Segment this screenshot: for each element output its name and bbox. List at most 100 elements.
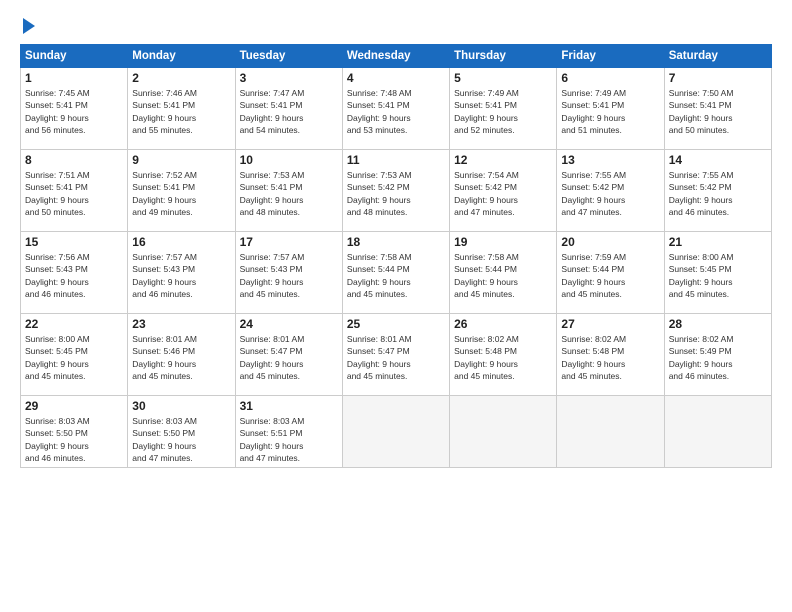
calendar-week-row: 15Sunrise: 7:56 AM Sunset: 5:43 PM Dayli… [21,232,772,314]
calendar-week-row: 8 Sunrise: 7:51 AM Sunset: 5:41 PM Daylig… [21,150,772,232]
day-number: 2 [132,71,230,85]
day-number: 27 [561,317,659,331]
day-info: Sunrise: 8:03 AM Sunset: 5:51 PM Dayligh… [240,415,338,464]
weekday-header-wednesday: Wednesday [342,45,449,68]
day-number: 14 [669,153,767,167]
calendar-cell: 24 Sunrise: 8:01 AM Sunset: 5:47 PM Dayli… [235,314,342,396]
calendar-cell: 16 Sunrise: 7:57 AM Sunset: 5:43 PM Dayli… [128,232,235,314]
day-number: 29 [25,399,123,413]
calendar-cell [557,396,664,468]
day-info: Sunrise: 7:54 AM Sunset: 5:42 PM Dayligh… [454,169,552,218]
day-number: 11 [347,153,445,167]
day-info: Sunrise: 7:49 AM Sunset: 5:41 PM Dayligh… [454,87,552,136]
day-info: Sunrise: 8:03 AM Sunset: 5:50 PM Dayligh… [132,415,230,464]
calendar-cell: 23Sunrise: 8:01 AM Sunset: 5:46 PM Dayli… [128,314,235,396]
day-number: 18 [347,235,445,249]
day-info: Sunrise: 7:45 AM Sunset: 5:41 PM Dayligh… [25,87,123,136]
header [20,16,772,34]
day-number: 17 [240,235,338,249]
day-info: Sunrise: 7:58 AM Sunset: 5:44 PM Dayligh… [454,251,552,300]
logo [20,16,35,34]
calendar-cell: 13 Sunrise: 7:55 AM Sunset: 5:42 PM Dayli… [557,150,664,232]
day-info: Sunrise: 7:52 AM Sunset: 5:41 PM Dayligh… [132,169,230,218]
day-info: Sunrise: 7:58 AM Sunset: 5:44 PM Dayligh… [347,251,445,300]
calendar-cell: 31 Sunrise: 8:03 AM Sunset: 5:51 PM Dayli… [235,396,342,468]
day-info: Sunrise: 8:01 AM Sunset: 5:46 PM Dayligh… [132,333,230,382]
day-info: Sunrise: 7:49 AM Sunset: 5:41 PM Dayligh… [561,87,659,136]
calendar-page: SundayMondayTuesdayWednesdayThursdayFrid… [0,0,792,612]
calendar-cell: 7 Sunrise: 7:50 AM Sunset: 5:41 PM Daylig… [664,68,771,150]
day-info: Sunrise: 8:00 AM Sunset: 5:45 PM Dayligh… [25,333,123,382]
day-number: 3 [240,71,338,85]
day-number: 7 [669,71,767,85]
weekday-header-friday: Friday [557,45,664,68]
calendar-cell: 15Sunrise: 7:56 AM Sunset: 5:43 PM Dayli… [21,232,128,314]
calendar-cell: 25Sunrise: 8:01 AM Sunset: 5:47 PM Dayli… [342,314,449,396]
weekday-header-thursday: Thursday [450,45,557,68]
day-number: 21 [669,235,767,249]
weekday-header-row: SundayMondayTuesdayWednesdayThursdayFrid… [21,45,772,68]
day-number: 9 [132,153,230,167]
calendar-cell: 22Sunrise: 8:00 AM Sunset: 5:45 PM Dayli… [21,314,128,396]
day-number: 8 [25,153,123,167]
day-info: Sunrise: 8:01 AM Sunset: 5:47 PM Dayligh… [347,333,445,382]
calendar-cell: 27 Sunrise: 8:02 AM Sunset: 5:48 PM Dayli… [557,314,664,396]
day-number: 19 [454,235,552,249]
day-info: Sunrise: 7:51 AM Sunset: 5:41 PM Dayligh… [25,169,123,218]
calendar-cell: 2 Sunrise: 7:46 AM Sunset: 5:41 PM Daylig… [128,68,235,150]
calendar-cell: 21 Sunrise: 8:00 AM Sunset: 5:45 PM Dayli… [664,232,771,314]
calendar-cell: 30 Sunrise: 8:03 AM Sunset: 5:50 PM Dayli… [128,396,235,468]
day-info: Sunrise: 7:53 AM Sunset: 5:42 PM Dayligh… [347,169,445,218]
day-info: Sunrise: 7:57 AM Sunset: 5:43 PM Dayligh… [132,251,230,300]
day-number: 1 [25,71,123,85]
day-info: Sunrise: 8:02 AM Sunset: 5:48 PM Dayligh… [561,333,659,382]
calendar-cell: 12 Sunrise: 7:54 AM Sunset: 5:42 PM Dayli… [450,150,557,232]
calendar-cell: 6Sunrise: 7:49 AM Sunset: 5:41 PM Daylig… [557,68,664,150]
calendar-cell: 8 Sunrise: 7:51 AM Sunset: 5:41 PM Daylig… [21,150,128,232]
day-info: Sunrise: 7:57 AM Sunset: 5:43 PM Dayligh… [240,251,338,300]
day-info: Sunrise: 8:03 AM Sunset: 5:50 PM Dayligh… [25,415,123,464]
calendar-week-row: 1 Sunrise: 7:45 AM Sunset: 5:41 PM Daylig… [21,68,772,150]
day-number: 16 [132,235,230,249]
day-info: Sunrise: 7:46 AM Sunset: 5:41 PM Dayligh… [132,87,230,136]
calendar-cell [664,396,771,468]
day-info: Sunrise: 8:00 AM Sunset: 5:45 PM Dayligh… [669,251,767,300]
day-number: 5 [454,71,552,85]
calendar-cell: 14 Sunrise: 7:55 AM Sunset: 5:42 PM Dayli… [664,150,771,232]
day-number: 30 [132,399,230,413]
weekday-header-sunday: Sunday [21,45,128,68]
calendar-cell [450,396,557,468]
day-info: Sunrise: 7:55 AM Sunset: 5:42 PM Dayligh… [561,169,659,218]
calendar-cell: 10 Sunrise: 7:53 AM Sunset: 5:41 PM Dayli… [235,150,342,232]
day-number: 13 [561,153,659,167]
day-info: Sunrise: 7:50 AM Sunset: 5:41 PM Dayligh… [669,87,767,136]
calendar-cell: 20Sunrise: 7:59 AM Sunset: 5:44 PM Dayli… [557,232,664,314]
day-info: Sunrise: 7:48 AM Sunset: 5:41 PM Dayligh… [347,87,445,136]
day-number: 4 [347,71,445,85]
calendar-cell: 3 Sunrise: 7:47 AM Sunset: 5:41 PM Daylig… [235,68,342,150]
day-number: 28 [669,317,767,331]
day-info: Sunrise: 7:53 AM Sunset: 5:41 PM Dayligh… [240,169,338,218]
weekday-header-monday: Monday [128,45,235,68]
day-info: Sunrise: 7:47 AM Sunset: 5:41 PM Dayligh… [240,87,338,136]
calendar-cell: 28 Sunrise: 8:02 AM Sunset: 5:49 PM Dayli… [664,314,771,396]
day-number: 31 [240,399,338,413]
calendar-cell: 19 Sunrise: 7:58 AM Sunset: 5:44 PM Dayli… [450,232,557,314]
day-number: 20 [561,235,659,249]
calendar-cell: 9 Sunrise: 7:52 AM Sunset: 5:41 PM Daylig… [128,150,235,232]
day-info: Sunrise: 8:01 AM Sunset: 5:47 PM Dayligh… [240,333,338,382]
day-info: Sunrise: 8:02 AM Sunset: 5:49 PM Dayligh… [669,333,767,382]
day-number: 26 [454,317,552,331]
day-info: Sunrise: 8:02 AM Sunset: 5:48 PM Dayligh… [454,333,552,382]
day-number: 12 [454,153,552,167]
day-number: 24 [240,317,338,331]
logo-arrow-icon [23,18,35,34]
weekday-header-saturday: Saturday [664,45,771,68]
day-number: 10 [240,153,338,167]
weekday-header-tuesday: Tuesday [235,45,342,68]
calendar-cell: 5 Sunrise: 7:49 AM Sunset: 5:41 PM Daylig… [450,68,557,150]
day-info: Sunrise: 7:56 AM Sunset: 5:43 PM Dayligh… [25,251,123,300]
day-info: Sunrise: 7:55 AM Sunset: 5:42 PM Dayligh… [669,169,767,218]
calendar-week-row: 22Sunrise: 8:00 AM Sunset: 5:45 PM Dayli… [21,314,772,396]
calendar-cell: 18 Sunrise: 7:58 AM Sunset: 5:44 PM Dayli… [342,232,449,314]
